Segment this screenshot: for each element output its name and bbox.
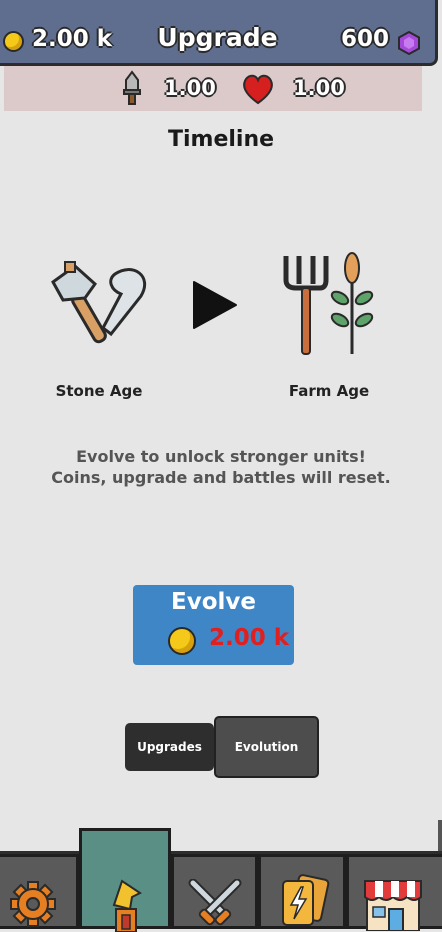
gem-balance: 600 xyxy=(340,26,389,52)
evolve-button[interactable]: Evolve 2.00 k xyxy=(133,585,294,665)
top-bar: 2.00 k Upgrade 600 xyxy=(0,0,438,66)
heart-icon xyxy=(243,74,273,105)
stats-bar: 1.00 1.00 xyxy=(4,66,422,111)
description-line-1: Evolve to unlock stronger units! xyxy=(76,447,366,466)
farm-age-icon xyxy=(283,252,374,355)
evolve-cost: 2.00 k xyxy=(209,625,290,651)
nav-cards[interactable] xyxy=(258,854,346,929)
upgrade-icon xyxy=(112,879,142,932)
tab-upgrades[interactable]: Upgrades xyxy=(125,723,214,771)
nav-shop[interactable] xyxy=(346,854,442,931)
sword-icon xyxy=(123,70,141,105)
cards-icon xyxy=(282,874,330,926)
settings-icon xyxy=(10,881,56,927)
shop-icon xyxy=(364,880,422,931)
stone-age-icon xyxy=(51,261,147,344)
nav-upgrade[interactable] xyxy=(79,828,171,932)
arrow-right-icon xyxy=(193,281,237,329)
gem-icon xyxy=(398,31,420,55)
coin-icon xyxy=(168,627,196,655)
evolve-description: Evolve to unlock stronger units! Coins, … xyxy=(0,446,442,488)
attack-value: 1.00 xyxy=(164,76,216,100)
tab-evolution[interactable]: Evolution xyxy=(214,716,319,778)
battle-icon xyxy=(188,879,242,926)
next-age-label: Farm Age xyxy=(288,382,370,400)
timeline-title: Timeline xyxy=(167,127,275,152)
nav-battle[interactable] xyxy=(171,854,258,929)
description-line-2: Coins, upgrade and battles will reset. xyxy=(51,468,391,487)
current-age-label: Stone Age xyxy=(55,382,143,400)
health-value: 1.00 xyxy=(293,76,345,100)
evolve-label: Evolve xyxy=(171,589,256,615)
nav-settings[interactable] xyxy=(0,854,79,929)
